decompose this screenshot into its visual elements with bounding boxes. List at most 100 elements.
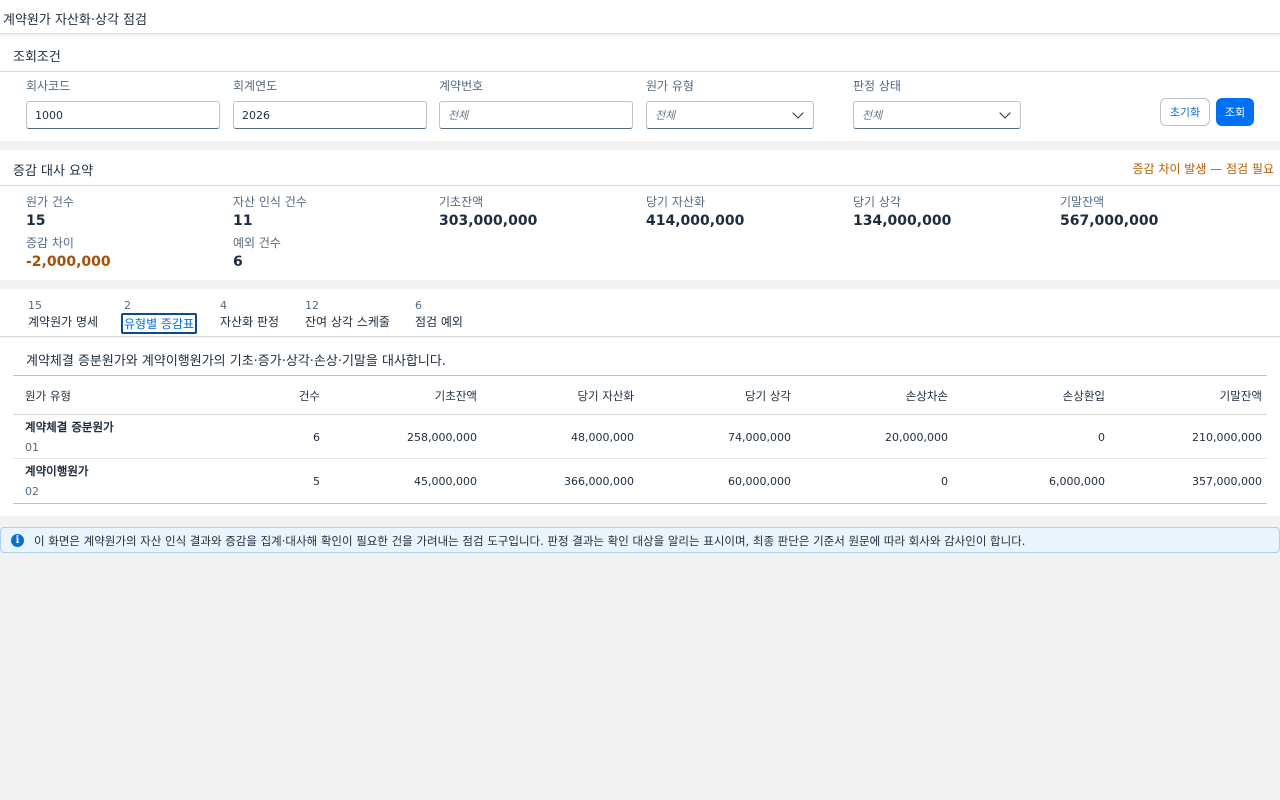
table-header-row: 원가 유형 건수 기초잔액 당기 자산화 당기 상각 손상차손 손상환입 기말잔…	[13, 376, 1267, 415]
filter-panel-header: 조회조건	[0, 36, 1280, 72]
capitalized-cell: 366,000,000	[564, 475, 634, 488]
table-description: 계약체결 증분원가와 계약이행원가의 기초·증가·상각·손상·기말을 대사합니다…	[26, 354, 446, 369]
info-message-strip: i 이 화면은 계약원가의 자산 인식 결과와 증감을 집계·대사해 확인이 필…	[0, 527, 1280, 553]
tab-count: 6	[415, 299, 422, 312]
opening-cell: 45,000,000	[414, 475, 477, 488]
table-row[interactable]: 계약이행원가 02 5 45,000,000 366,000,000 60,00…	[13, 459, 1267, 503]
kpi-value: 134,000,000	[853, 213, 952, 229]
chevron-down-icon	[792, 107, 804, 119]
kpi-value: 6	[233, 254, 243, 270]
table-row[interactable]: 계약체결 증분원가 01 6 258,000,000 48,000,000 74…	[13, 415, 1267, 459]
kpi-label: 기초잔액	[439, 195, 484, 209]
cost-type-code: 02	[25, 485, 39, 498]
kpi-variance: 증감 차이 -2,000,000	[26, 234, 111, 270]
fiscal-year-value: 2026	[242, 108, 270, 122]
fiscal-year-input[interactable]: 2026	[233, 101, 427, 129]
tab-type-rollforward[interactable]: 2 유형별 증감표	[121, 299, 198, 334]
summary-panel: 증감 대사 요약 증감 차이 발생 — 점검 필요 원가 건수 15 자산 인식…	[0, 150, 1280, 280]
tab-exceptions[interactable]: 6 점검 예외	[415, 299, 463, 330]
summary-panel-title: 증감 대사 요약	[13, 164, 94, 179]
kpi-label: 당기 상각	[853, 195, 901, 209]
kpi-value: 15	[26, 213, 46, 229]
kpi-value: 567,000,000	[1060, 213, 1159, 229]
count-cell: 6	[313, 431, 320, 444]
kpi-amortization: 당기 상각 134,000,000	[853, 193, 951, 229]
kpi-asset-count: 자산 인식 건수 11	[233, 193, 307, 229]
kpi-capitalized: 당기 자산화 414,000,000	[646, 193, 744, 229]
amortization-cell: 74,000,000	[728, 431, 791, 444]
page-header: 계약원가 자산화·상각 점검	[0, 0, 1280, 34]
kpi-value: -2,000,000	[26, 254, 111, 270]
column-header[interactable]: 당기 상각	[745, 388, 791, 404]
closing-cell: 357,000,000	[1192, 475, 1262, 488]
info-icon: i	[11, 534, 24, 547]
impairment-cell: 0	[941, 475, 948, 488]
judgement-status-label: 판정 상태	[853, 79, 901, 93]
kpi-closing-balance: 기말잔액 567,000,000	[1060, 193, 1158, 229]
capitalized-cell: 48,000,000	[571, 431, 634, 444]
chevron-down-icon	[999, 107, 1011, 119]
column-header[interactable]: 기초잔액	[435, 388, 477, 404]
kpi-exception-count: 예외 건수 6	[233, 234, 281, 270]
tab-count: 15	[28, 299, 42, 312]
company-code-value: 1000	[35, 108, 63, 122]
cost-type-name: 계약이행원가	[25, 464, 89, 478]
tab-bar: 15 계약원가 명세 2 유형별 증감표 4 자산화 판정 12 잔여 상각 스…	[0, 289, 1280, 337]
kpi-label: 당기 자산화	[646, 195, 706, 209]
column-header[interactable]: 손상환입	[1063, 388, 1105, 404]
kpi-value: 11	[233, 213, 253, 229]
judgement-status-select[interactable]: 전체	[853, 101, 1021, 129]
tab-capitalization-judgement[interactable]: 4 자산화 판정	[220, 299, 279, 330]
column-header[interactable]: 손상차손	[906, 388, 948, 404]
judgement-status-value: 전체	[862, 109, 883, 122]
rollforward-table: 원가 유형 건수 기초잔액 당기 자산화 당기 상각 손상차손 손상환입 기말잔…	[13, 375, 1267, 504]
closing-cell: 210,000,000	[1192, 431, 1262, 444]
tab-label: 유형별 증감표	[121, 313, 198, 334]
summary-panel-header: 증감 대사 요약 증감 차이 발생 — 점검 필요	[0, 150, 1280, 186]
impairment-cell: 20,000,000	[885, 431, 948, 444]
cost-type-name: 계약체결 증분원가	[25, 420, 114, 434]
count-cell: 5	[313, 475, 320, 488]
reversal-cell: 0	[1098, 431, 1105, 444]
amortization-cell: 60,000,000	[728, 475, 791, 488]
cost-type-value: 전체	[655, 109, 676, 122]
cost-type-select[interactable]: 전체	[646, 101, 814, 129]
company-code-input[interactable]: 1000	[26, 101, 220, 129]
info-message-text: 이 화면은 계약원가의 자산 인식 결과와 증감을 집계·대사해 확인이 필요한…	[34, 534, 1026, 548]
tab-label: 자산화 판정	[220, 315, 280, 329]
column-header[interactable]: 건수	[299, 388, 320, 404]
kpi-cost-count: 원가 건수 15	[26, 193, 74, 229]
tab-count: 4	[220, 299, 227, 312]
column-header[interactable]: 당기 자산화	[577, 388, 634, 404]
search-button[interactable]: 조회	[1216, 98, 1254, 126]
reversal-cell: 6,000,000	[1049, 475, 1105, 488]
cost-type-field: 원가 유형 전체	[646, 77, 814, 129]
tab-contract-cost-detail[interactable]: 15 계약원가 명세	[28, 299, 98, 330]
tab-label: 점검 예외	[415, 315, 463, 329]
kpi-label: 자산 인식 건수	[233, 195, 307, 209]
kpi-value: 303,000,000	[439, 213, 538, 229]
kpi-label: 기말잔액	[1060, 195, 1105, 209]
contract-no-field: 계약번호 전체	[439, 77, 633, 129]
page-title: 계약원가 자산화·상각 점검	[3, 13, 147, 28]
kpi-value: 414,000,000	[646, 213, 745, 229]
contract-no-label: 계약번호	[439, 79, 484, 93]
contract-no-placeholder: 전체	[448, 109, 469, 122]
tab-count: 12	[305, 299, 319, 312]
tab-count: 2	[124, 299, 131, 312]
reset-button[interactable]: 초기화	[1160, 98, 1210, 126]
company-code-label: 회사코드	[26, 79, 71, 93]
fiscal-year-label: 회계연도	[233, 79, 278, 93]
kpi-label: 원가 건수	[26, 195, 74, 209]
tab-remaining-amortization[interactable]: 12 잔여 상각 스케줄	[305, 299, 390, 330]
fiscal-year-field: 회계연도 2026	[233, 77, 427, 129]
kpi-opening-balance: 기초잔액 303,000,000	[439, 193, 537, 229]
column-header[interactable]: 기말잔액	[1220, 388, 1262, 404]
cost-type-code: 01	[25, 441, 39, 454]
filter-panel: 조회조건 회사코드 1000 회계연도 2026 계약번호 전체 원가 유형 전…	[0, 36, 1280, 141]
kpi-label: 증감 차이	[26, 236, 74, 250]
column-header[interactable]: 원가 유형	[25, 388, 71, 404]
filter-panel-title: 조회조건	[13, 50, 61, 65]
contract-no-input[interactable]: 전체	[439, 101, 633, 129]
tab-label: 잔여 상각 스케줄	[305, 315, 390, 329]
